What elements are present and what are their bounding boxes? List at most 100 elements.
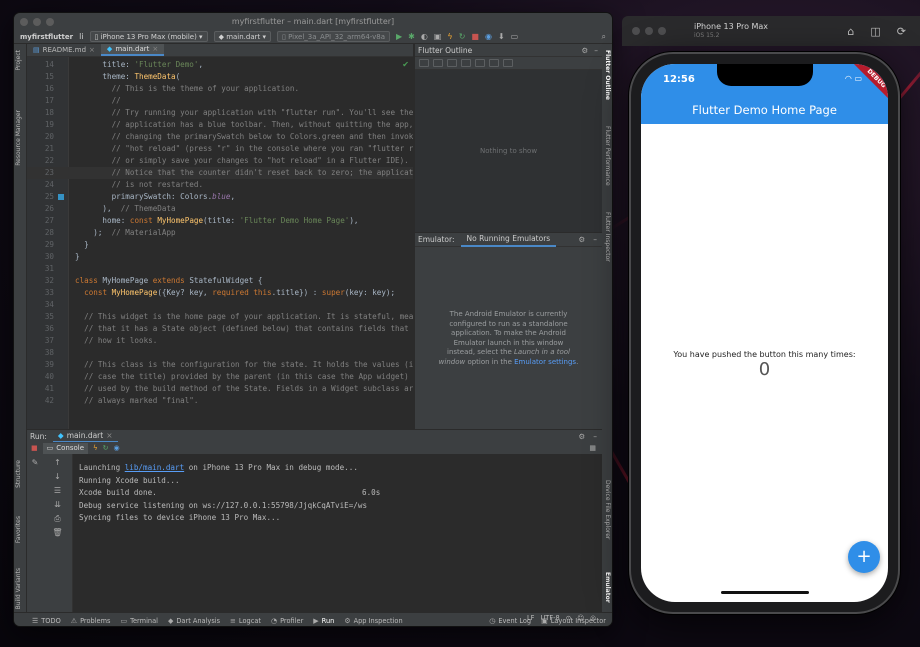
device-manager-icon[interactable]: ▭ xyxy=(511,32,519,42)
code-line[interactable]: 30} xyxy=(27,251,413,263)
lock-icon[interactable]: ⊙ xyxy=(566,614,572,622)
line-number[interactable]: 25 xyxy=(27,191,54,203)
code-line[interactable]: 42 // always marked "final". xyxy=(27,395,413,407)
line-number[interactable]: 32 xyxy=(27,275,54,287)
wrap-row-icon[interactable] xyxy=(461,59,471,67)
code-line[interactable]: 41 // used by the build method of the St… xyxy=(27,383,413,395)
avd-select[interactable]: ▯ Pixel_3a_API_32_arm64-v8a xyxy=(277,31,391,42)
line-number[interactable]: 14 xyxy=(27,59,54,71)
app-inspection-tool[interactable]: ⚙ App Inspection xyxy=(344,617,402,625)
code-line[interactable]: 39 // This class is the configuration fo… xyxy=(27,359,413,371)
line-number[interactable]: 34 xyxy=(27,299,54,311)
tab-structure[interactable]: Structure xyxy=(15,460,22,488)
color-swatch-icon[interactable] xyxy=(58,194,64,200)
breadcrumb[interactable]: myfirstflutter xyxy=(20,33,73,41)
home-icon[interactable]: ⌂ xyxy=(847,25,854,38)
inspector-icon[interactable]: ◎ xyxy=(590,614,596,622)
line-number[interactable]: 20 xyxy=(27,131,54,143)
gear-icon[interactable]: ⚙ xyxy=(579,432,586,441)
close-icon[interactable]: × xyxy=(89,44,95,57)
device-select[interactable]: ▯ iPhone 13 Pro Max (mobile) ▾ xyxy=(89,31,208,42)
gear-icon[interactable]: ⚙ xyxy=(582,44,589,56)
line-number[interactable]: 21 xyxy=(27,143,54,155)
code-line[interactable]: 35 // This widget is the home page of yo… xyxy=(27,311,413,323)
code-line[interactable]: 19 // application has a blue toolbar. Th… xyxy=(27,119,413,131)
code-line[interactable]: 16 // This is the theme of your applicat… xyxy=(27,83,413,95)
hot-restart-icon[interactable]: ↻ xyxy=(103,444,109,452)
run-tab-main-dart[interactable]: ◆ main.dart × xyxy=(52,430,118,443)
rotate-icon[interactable]: ⟳ xyxy=(897,25,906,38)
code-line[interactable]: 33 const MyHomePage({Key? key, required … xyxy=(27,287,413,299)
code-line[interactable]: 27 home: const MyHomePage(title: 'Flutte… xyxy=(27,215,413,227)
line-number[interactable]: 33 xyxy=(27,287,54,299)
code-line[interactable]: 37 // how it looks. xyxy=(27,335,413,347)
tab-console[interactable]: ▭ Console xyxy=(42,442,89,454)
scroll-to-end-icon[interactable]: ⇊ xyxy=(43,500,72,509)
line-number[interactable]: 24 xyxy=(27,179,54,191)
minimize-icon[interactable]: – xyxy=(594,44,598,56)
line-number[interactable]: 18 xyxy=(27,107,54,119)
tab-resource-manager[interactable]: Resource Manager xyxy=(15,110,22,166)
code-line[interactable]: 21 // "hot reload" (press "r" in the con… xyxy=(27,143,413,155)
gear-icon[interactable]: ⚙ xyxy=(579,235,586,244)
profiler-tool[interactable]: ◔ Profiler xyxy=(271,617,303,625)
scroll-up-icon[interactable]: ↑ xyxy=(43,458,72,467)
line-number[interactable]: 29 xyxy=(27,239,54,251)
hot-reload-icon[interactable]: ϟ xyxy=(447,32,452,42)
inspection-ok-icon[interactable]: ✔ xyxy=(402,60,409,69)
line-number[interactable]: 41 xyxy=(27,383,54,395)
file-encoding[interactable]: UTF-8 xyxy=(540,614,559,622)
minimize-icon[interactable]: – xyxy=(593,235,597,244)
code-line[interactable]: 40 // case the title) provided by the pa… xyxy=(27,371,413,383)
increment-button[interactable]: + xyxy=(848,541,880,573)
devtools-icon[interactable]: ◉ xyxy=(114,444,120,452)
emoji-icon[interactable]: ☺ xyxy=(577,614,584,622)
run-config-select[interactable]: ◆ main.dart ▾ xyxy=(213,31,272,42)
tab-device-file-explorer[interactable]: Device File Explorer xyxy=(604,480,611,539)
line-number[interactable]: 40 xyxy=(27,371,54,383)
print-icon[interactable]: ⎙ xyxy=(43,514,72,524)
code-line[interactable]: 23 // Notice that the counter didn't res… xyxy=(27,167,413,179)
code-line[interactable]: 38 xyxy=(27,347,413,359)
line-number[interactable]: 35 xyxy=(27,311,54,323)
window-controls[interactable] xyxy=(20,18,54,26)
scroll-down-icon[interactable]: ↓ xyxy=(43,472,72,481)
line-number[interactable]: 38 xyxy=(27,347,54,359)
tab-build-variants[interactable]: Build Variants xyxy=(15,568,22,609)
close-icon[interactable]: × xyxy=(106,430,112,441)
code-line[interactable]: 26 ), // ThemeData xyxy=(27,203,413,215)
wrap-center-icon[interactable] xyxy=(419,59,429,67)
code-line[interactable]: 31 xyxy=(27,263,413,275)
stop-icon[interactable]: ■ xyxy=(31,444,38,452)
tab-favorites[interactable]: Favorites xyxy=(15,516,22,543)
event-log-tool[interactable]: ◷ Event Log xyxy=(489,617,531,625)
remove-widget-icon[interactable] xyxy=(503,59,513,67)
debug-icon[interactable]: ✱ xyxy=(408,32,415,42)
coverage-icon[interactable]: ◐ xyxy=(421,32,428,42)
tab-main-dart[interactable]: ◆ main.dart × xyxy=(100,43,165,56)
code-line[interactable]: 24 // is not restarted. xyxy=(27,179,413,191)
close-icon[interactable]: × xyxy=(152,43,158,56)
move-up-icon[interactable] xyxy=(475,59,485,67)
line-number[interactable]: 19 xyxy=(27,119,54,131)
code-line[interactable]: 36 // that it has a State object (define… xyxy=(27,323,413,335)
line-number[interactable]: 37 xyxy=(27,335,54,347)
hot-restart-icon[interactable]: ↻ xyxy=(459,32,466,42)
line-number[interactable]: 30 xyxy=(27,251,54,263)
tab-emulator[interactable]: Emulator xyxy=(604,572,611,603)
code-line[interactable]: 34 xyxy=(27,299,413,311)
line-number[interactable]: 16 xyxy=(27,83,54,95)
wrap-column-icon[interactable] xyxy=(447,59,457,67)
pin-icon[interactable]: ✎ xyxy=(27,458,43,467)
screenshot-icon[interactable]: ◫ xyxy=(870,25,880,38)
tab-no-running-emulators[interactable]: No Running Emulators xyxy=(460,233,557,247)
line-number[interactable]: 17 xyxy=(27,95,54,107)
todo-tool[interactable]: ☰ TODO xyxy=(32,617,61,625)
line-number[interactable]: 22 xyxy=(27,155,54,167)
dart-analysis-tool[interactable]: ◆ Dart Analysis xyxy=(168,617,220,625)
code-line[interactable]: 29 } xyxy=(27,239,413,251)
code-line[interactable]: 22 // or simply save your changes to "ho… xyxy=(27,155,413,167)
main-dart-link[interactable]: lib/main.dart xyxy=(125,463,184,472)
line-number[interactable]: 42 xyxy=(27,395,54,407)
code-line[interactable]: 14 title: 'Flutter Demo', xyxy=(27,59,413,71)
